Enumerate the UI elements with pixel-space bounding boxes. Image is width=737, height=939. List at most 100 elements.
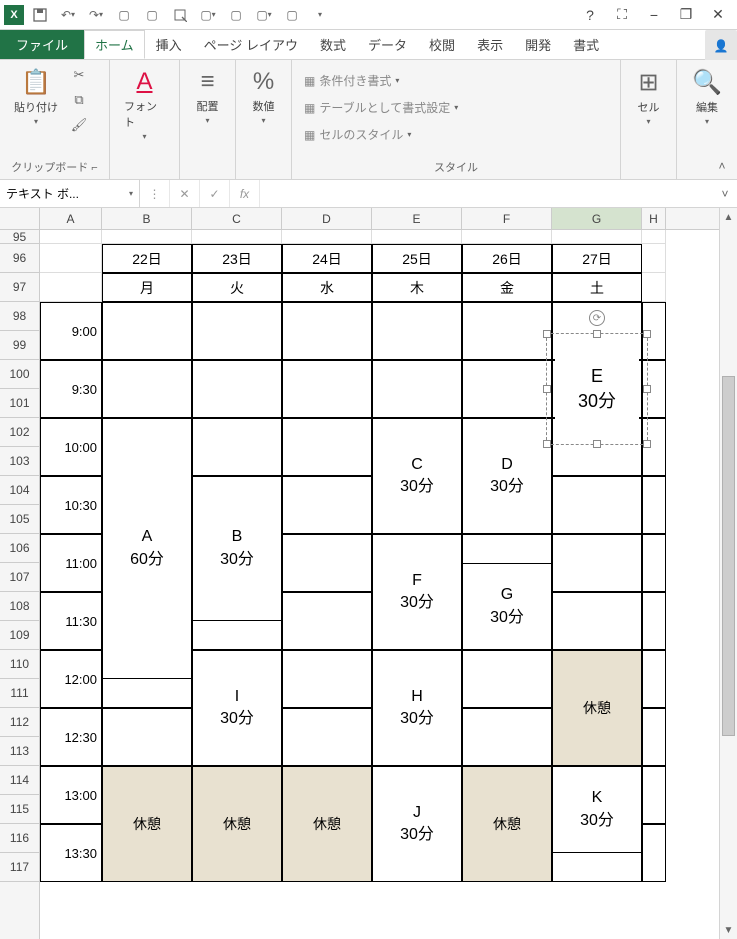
copy-button[interactable]: ⧉ [68, 89, 90, 111]
qat-preview[interactable] [168, 3, 192, 27]
tab-view[interactable]: 表示 [466, 30, 514, 59]
time-label[interactable]: 12:30 [40, 708, 102, 766]
date-header[interactable]: 23日 [192, 244, 282, 273]
slot[interactable] [462, 360, 552, 418]
tab-file[interactable]: ファイル [0, 30, 84, 59]
slot[interactable] [192, 418, 282, 476]
row-header-114[interactable]: 114 [0, 766, 39, 795]
schedule-block-D[interactable]: D30分 [462, 418, 552, 534]
restore-button[interactable]: ❐ [671, 3, 701, 27]
minimize-button[interactable]: − [639, 3, 669, 27]
col-header-G[interactable]: G [552, 208, 642, 229]
slot[interactable] [462, 302, 552, 360]
row-header-107[interactable]: 107 [0, 563, 39, 592]
slot[interactable] [282, 476, 372, 534]
enter-formula-button[interactable]: ✓ [200, 180, 230, 207]
qat-customize[interactable]: ▾ [308, 3, 332, 27]
tab-review[interactable]: 校閲 [418, 30, 466, 59]
row-header-109[interactable]: 109 [0, 621, 39, 650]
slot-h[interactable] [642, 650, 666, 708]
scroll-down-button[interactable]: ▼ [720, 921, 737, 939]
tab-home[interactable]: ホーム [84, 30, 145, 59]
date-header[interactable]: 25日 [372, 244, 462, 273]
tab-format[interactable]: 書式 [562, 30, 610, 59]
resize-handle-tl[interactable] [543, 330, 551, 338]
schedule-block-F[interactable]: F30分 [372, 534, 462, 650]
slot[interactable] [282, 534, 372, 592]
conditional-formatting-button[interactable]: ▦条件付き書式 ▾ [300, 70, 403, 91]
blank[interactable] [40, 273, 102, 302]
bg-cell[interactable] [282, 230, 372, 244]
rest-block[interactable]: 休憩 [282, 766, 372, 882]
tab-page-layout[interactable]: ページ レイアウ [193, 30, 309, 59]
ribbon-display-button[interactable]: ⛶ [607, 3, 637, 27]
rotate-handle-icon[interactable]: ⟳ [589, 310, 605, 326]
schedule-block-A[interactable]: A60分 [102, 418, 192, 679]
dow-header[interactable]: 火 [192, 273, 282, 302]
bg-cell[interactable] [372, 230, 462, 244]
collapse-ribbon-button[interactable]: ˄ [713, 157, 731, 175]
row-header-95[interactable]: 95 [0, 230, 39, 244]
date-header[interactable]: 27日 [552, 244, 642, 273]
redo-button[interactable]: ↷▾ [84, 3, 108, 27]
time-label[interactable]: 10:30 [40, 476, 102, 534]
format-as-table-button[interactable]: ▦テーブルとして書式設定 ▾ [300, 97, 462, 118]
close-button[interactable]: ✕ [703, 3, 733, 27]
tab-insert[interactable]: 挿入 [145, 30, 193, 59]
schedule-block-B[interactable]: B30分 [192, 476, 282, 621]
slot[interactable] [282, 302, 372, 360]
dow-header[interactable]: 土 [552, 273, 642, 302]
slot[interactable] [192, 302, 282, 360]
date-header[interactable]: 22日 [102, 244, 192, 273]
name-box[interactable]: テキスト ボ...▾ [0, 180, 140, 207]
slot-h[interactable] [642, 766, 666, 824]
schedule-block-I[interactable]: I30分 [192, 650, 282, 766]
slot-h[interactable] [642, 708, 666, 766]
number-group-button[interactable]: % 数値 ▾ [247, 64, 281, 129]
row-header-117[interactable]: 117 [0, 853, 39, 882]
slot-h[interactable] [642, 476, 666, 534]
editing-group-button[interactable]: 🔍 編集 ▾ [686, 64, 728, 130]
expand-formula-bar-button[interactable]: ˅ [713, 180, 737, 207]
row-header-101[interactable]: 101 [0, 389, 39, 418]
time-label[interactable]: 11:30 [40, 592, 102, 650]
resize-handle-bm[interactable] [593, 440, 601, 448]
time-label[interactable]: 9:30 [40, 360, 102, 418]
col-header-D[interactable]: D [282, 208, 372, 229]
qat-more-3[interactable]: ▢▾ [196, 3, 220, 27]
col-header-C[interactable]: C [192, 208, 282, 229]
row-header-98[interactable]: 98 [0, 302, 39, 331]
schedule-block-J[interactable]: J30分 [372, 766, 462, 882]
schedule-block-C[interactable]: C30分 [372, 418, 462, 534]
bg-cell[interactable] [642, 273, 666, 302]
format-painter-button[interactable]: 🖌 [68, 114, 90, 136]
bg-cell[interactable] [40, 230, 102, 244]
slot[interactable] [282, 650, 372, 708]
save-button[interactable] [28, 3, 52, 27]
date-header[interactable]: 26日 [462, 244, 552, 273]
slot-h[interactable] [642, 534, 666, 592]
resize-handle-tm[interactable] [593, 330, 601, 338]
dow-header[interactable]: 木 [372, 273, 462, 302]
tab-data[interactable]: データ [357, 30, 418, 59]
slot[interactable] [282, 592, 372, 650]
insert-function-button[interactable]: fx [230, 180, 260, 207]
cancel-formula-button[interactable]: ✕ [170, 180, 200, 207]
slot[interactable] [552, 476, 642, 534]
cell-styles-button[interactable]: ▦セルのスタイル ▾ [300, 124, 415, 145]
qat-more-2[interactable]: ▢ [140, 3, 164, 27]
row-header-115[interactable]: 115 [0, 795, 39, 824]
slot[interactable] [462, 650, 552, 708]
rest-block[interactable]: 休憩 [192, 766, 282, 882]
namebox-more[interactable]: ⋮ [140, 180, 170, 207]
bg-cell[interactable] [192, 230, 282, 244]
row-header-108[interactable]: 108 [0, 592, 39, 621]
qat-more-5[interactable]: ▢▾ [252, 3, 276, 27]
slot[interactable] [462, 708, 552, 766]
slot[interactable] [372, 360, 462, 418]
select-all-corner[interactable] [0, 208, 40, 229]
row-header-99[interactable]: 99 [0, 331, 39, 360]
qat-more-4[interactable]: ▢ [224, 3, 248, 27]
schedule-block-H[interactable]: H30分 [372, 650, 462, 766]
selected-textbox[interactable]: ⟳E30分 [546, 333, 648, 445]
